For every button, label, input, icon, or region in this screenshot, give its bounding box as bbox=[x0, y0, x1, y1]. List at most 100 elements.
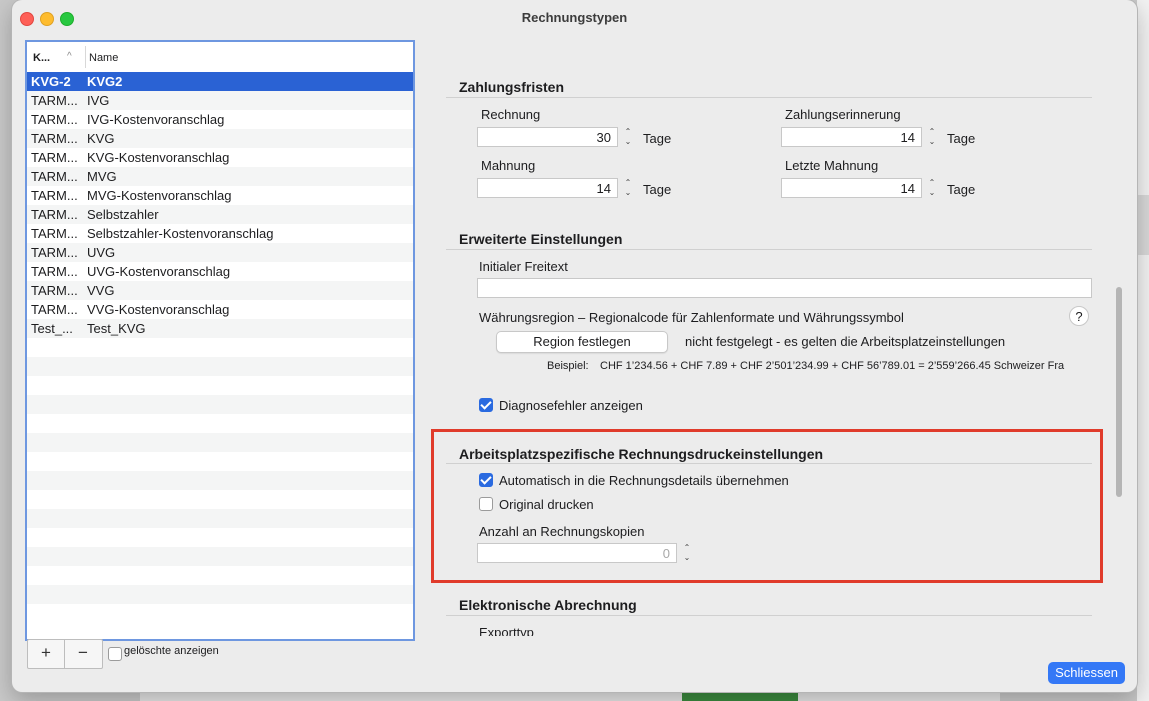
scrollbar-thumb[interactable] bbox=[1116, 287, 1122, 497]
table-row[interactable]: TARM... UVG-Kostenvoranschlag bbox=[27, 262, 413, 281]
table-row[interactable]: KVG-2 KVG2 bbox=[27, 72, 413, 91]
column-divider[interactable] bbox=[85, 46, 86, 68]
table-row[interactable]: TARM... VVG-Kostenvoranschlag bbox=[27, 300, 413, 319]
row-code: TARM... bbox=[31, 93, 78, 108]
empty-row[interactable] bbox=[27, 414, 413, 433]
table-row[interactable]: TARM... Selbstzahler bbox=[27, 205, 413, 224]
column-header-name[interactable]: Name bbox=[89, 52, 118, 64]
diagnose-checkbox[interactable] bbox=[479, 398, 493, 412]
table-row[interactable]: TARM... VVG bbox=[27, 281, 413, 300]
rechnung-stepper[interactable]: ⌃ ⌄ bbox=[622, 127, 634, 147]
table-row[interactable]: TARM... KVG bbox=[27, 129, 413, 148]
table-body: KVG-2 KVG2 TARM... IVG TARM... IVG-Kostenvora… bbox=[27, 72, 413, 623]
row-code: Test_... bbox=[31, 321, 73, 336]
row-code: TARM... bbox=[31, 207, 78, 222]
row-name: MVG-Kostenvoranschlag bbox=[87, 188, 232, 203]
row-name: IVG bbox=[87, 93, 110, 108]
add-button[interactable]: + bbox=[28, 640, 65, 668]
table-row[interactable]: Test_... Test_KVG bbox=[27, 319, 413, 338]
table-row[interactable]: TARM... UVG bbox=[27, 243, 413, 262]
row-code: TARM... bbox=[31, 245, 78, 260]
table-row[interactable]: TARM... Selbstzahler-Kostenvoranschlag bbox=[27, 224, 413, 243]
row-code: KVG-2 bbox=[31, 74, 71, 89]
row-code: TARM... bbox=[31, 226, 78, 241]
row-name: UVG-Kostenvoranschlag bbox=[87, 264, 231, 279]
empty-row[interactable] bbox=[27, 471, 413, 490]
row-name: UVG bbox=[87, 245, 116, 260]
rechnung-days-input[interactable]: 30 bbox=[477, 127, 618, 147]
title-bar: Rechnungstypen bbox=[12, 0, 1137, 34]
row-name: KVG2 bbox=[87, 74, 123, 89]
letzte-mahnung-stepper[interactable]: ⌃ ⌄ bbox=[926, 178, 938, 198]
empty-row[interactable] bbox=[27, 395, 413, 414]
zahlungserinnerung-unit: Tage bbox=[947, 131, 976, 146]
table-header: K... ^ Name bbox=[27, 42, 413, 73]
row-name: KVG-Kostenvoranschlag bbox=[87, 150, 230, 165]
empty-row[interactable] bbox=[27, 509, 413, 528]
zahlungserinnerung-days-input[interactable]: 14 bbox=[781, 127, 922, 147]
row-code: TARM... bbox=[31, 169, 78, 184]
row-name: KVG bbox=[87, 131, 115, 146]
row-code: TARM... bbox=[31, 264, 78, 279]
column-header-code[interactable]: K... bbox=[33, 52, 50, 64]
empty-row[interactable] bbox=[27, 376, 413, 395]
section-elektronische-abrechnung: Elektronische Abrechnung bbox=[459, 597, 637, 613]
freitext-input[interactable] bbox=[477, 278, 1092, 298]
divider bbox=[446, 615, 1092, 616]
zahlungserinnerung-stepper[interactable]: ⌃ ⌄ bbox=[926, 127, 938, 147]
background-app-strip bbox=[1137, 195, 1149, 255]
region-festlegen-button[interactable]: Region festlegen bbox=[496, 331, 668, 353]
letzte-mahnung-days-input[interactable]: 14 bbox=[781, 178, 922, 198]
letzte-mahnung-unit: Tage bbox=[947, 182, 976, 197]
mahnung-days-input[interactable]: 14 bbox=[477, 178, 618, 198]
table-row[interactable]: TARM... IVG bbox=[27, 91, 413, 110]
empty-row[interactable] bbox=[27, 490, 413, 509]
rechnung-unit: Tage bbox=[643, 131, 672, 146]
rechnung-label: Rechnung bbox=[481, 107, 541, 122]
section-zahlungsfristen: Zahlungsfristen bbox=[459, 79, 565, 95]
table-row[interactable]: TARM... MVG bbox=[27, 167, 413, 186]
row-code: TARM... bbox=[31, 188, 78, 203]
empty-row[interactable] bbox=[27, 528, 413, 547]
empty-row[interactable] bbox=[27, 604, 413, 623]
empty-row[interactable] bbox=[27, 547, 413, 566]
empty-row[interactable] bbox=[27, 433, 413, 452]
row-name: MVG bbox=[87, 169, 117, 184]
row-code: TARM... bbox=[31, 302, 78, 317]
table-row[interactable]: TARM... MVG-Kostenvoranschlag bbox=[27, 186, 413, 205]
empty-row[interactable] bbox=[27, 566, 413, 585]
remove-button[interactable]: − bbox=[65, 640, 101, 668]
show-deleted-label: gelöschte anzeigen bbox=[124, 645, 219, 657]
freitext-label: Initialer Freitext bbox=[479, 259, 568, 274]
row-name: Selbstzahler bbox=[87, 207, 159, 222]
empty-row[interactable] bbox=[27, 452, 413, 471]
schliessen-button[interactable]: Schliessen bbox=[1048, 662, 1125, 684]
row-code: TARM... bbox=[31, 283, 78, 298]
mahnung-unit: Tage bbox=[643, 182, 672, 197]
mahnung-stepper[interactable]: ⌃ ⌄ bbox=[622, 178, 634, 198]
row-name: IVG-Kostenvoranschlag bbox=[87, 112, 225, 127]
diagnose-label: Diagnosefehler anzeigen bbox=[499, 398, 643, 413]
empty-row[interactable] bbox=[27, 585, 413, 604]
region-label: Währungsregion – Regionalcode für Zahlen… bbox=[479, 310, 904, 325]
table-row[interactable]: TARM... KVG-Kostenvoranschlag bbox=[27, 148, 413, 167]
rechnungstypen-table[interactable]: K... ^ Name KVG-2 KVG2 TARM... IVG TARM... IV… bbox=[25, 40, 415, 641]
scrollbar[interactable] bbox=[1112, 42, 1126, 634]
divider bbox=[446, 249, 1092, 250]
beispiel-value: CHF 1’234.56 + CHF 7.89 + CHF 2’501’234.… bbox=[600, 360, 1065, 372]
show-deleted-checkbox[interactable] bbox=[108, 647, 122, 661]
empty-row[interactable] bbox=[27, 338, 413, 357]
window-title: Rechnungstypen bbox=[521, 10, 628, 25]
background-app bbox=[1137, 0, 1149, 701]
row-code: TARM... bbox=[31, 150, 78, 165]
exporttyp-label: Exporttyp bbox=[479, 625, 534, 636]
row-name: VVG-Kostenvoranschlag bbox=[87, 302, 230, 317]
row-name: Test_KVG bbox=[87, 321, 146, 336]
beispiel-label: Beispiel: bbox=[547, 360, 589, 372]
empty-row[interactable] bbox=[27, 357, 413, 376]
section-erweiterte-einstellungen: Erweiterte Einstellungen bbox=[459, 231, 623, 247]
help-button[interactable]: ? bbox=[1069, 306, 1089, 326]
row-name: VVG bbox=[87, 283, 115, 298]
table-row[interactable]: TARM... IVG-Kostenvoranschlag bbox=[27, 110, 413, 129]
background-green-button bbox=[682, 692, 798, 701]
